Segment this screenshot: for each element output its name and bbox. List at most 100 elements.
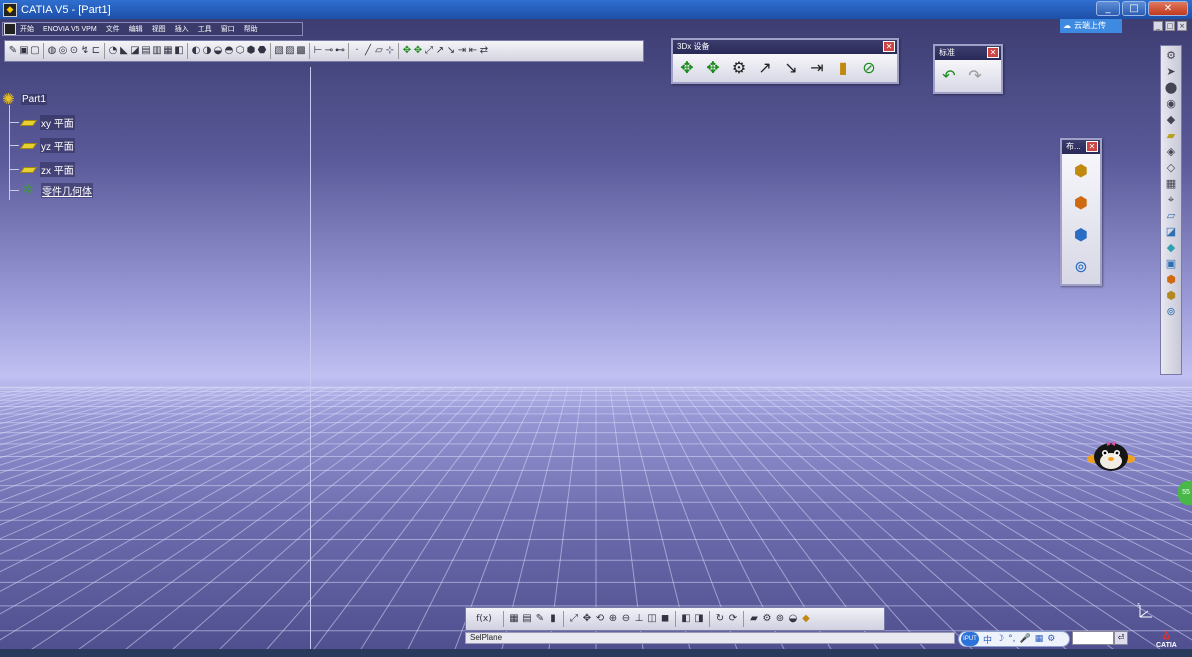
insert-body-icon[interactable]: ⬢	[1070, 160, 1092, 182]
rotate-icon[interactable]: ✥	[413, 45, 423, 57]
shading-icon[interactable]: ⬤	[1164, 82, 1178, 94]
analysis-icon[interactable]: ◆	[1164, 242, 1178, 254]
tree-node-xy-plane[interactable]: xy 平面	[10, 115, 75, 130]
ime-microphone-icon[interactable]: 🎤	[1019, 634, 1030, 644]
pan-view-icon[interactable]: ✥	[582, 613, 592, 625]
toolbar-standard-title[interactable]: 标准 ✕	[935, 46, 1001, 60]
catia-app-icon[interactable]: ◆	[3, 2, 17, 17]
fillet-icon[interactable]: ◔	[108, 45, 118, 57]
menu-window[interactable]: 窗口	[221, 24, 235, 34]
snap-icon[interactable]: ▰	[749, 613, 759, 625]
menu-edit[interactable]: 编辑	[129, 24, 143, 34]
maximize-button[interactable]: □	[1122, 1, 1146, 16]
table-icon[interactable]: ▦	[509, 613, 519, 625]
menu-help[interactable]: 帮助	[244, 24, 258, 34]
boolean-remove-icon[interactable]: ⊚	[1070, 256, 1092, 278]
hide-show-view-icon[interactable]: ◧	[681, 613, 691, 625]
boolean-icon[interactable]: ⬢	[1164, 274, 1178, 286]
rib-icon[interactable]: ↯	[80, 45, 90, 57]
scale-icon[interactable]: ▧	[274, 45, 284, 57]
rotate-arrows-icon[interactable]: ✥	[702, 57, 724, 79]
plane-icon[interactable]: ▱	[374, 45, 384, 57]
device-settings-icon[interactable]: ▮	[832, 57, 854, 79]
materials-icon[interactable]: ◆	[1164, 114, 1178, 126]
layers-icon[interactable]: ▰	[1164, 130, 1178, 142]
thickness-icon[interactable]: ▥	[152, 45, 162, 57]
line-icon[interactable]: ╱	[363, 45, 373, 57]
pan-icon[interactable]: ✥	[402, 45, 412, 57]
system-menu-icon[interactable]	[4, 23, 16, 35]
tree-root-part[interactable]: ✺ Part1	[2, 91, 47, 107]
menu-tools[interactable]: 工具	[198, 24, 212, 34]
draft-icon[interactable]: ◪	[130, 45, 140, 57]
apply-color-icon[interactable]: ◆	[801, 613, 811, 625]
device-rotation-icon[interactable]: ⚙	[728, 57, 750, 79]
device-pointer-icon[interactable]: ↗	[754, 57, 776, 79]
menu-file[interactable]: 文件	[106, 24, 120, 34]
translate-icon[interactable]: ⬡	[235, 45, 245, 57]
zoom-area-icon[interactable]: ⌖	[1164, 194, 1178, 206]
swap-space-icon[interactable]: ◇	[1164, 162, 1178, 174]
apply-material-icon[interactable]: ⊷	[335, 45, 345, 57]
pan-arrows-icon[interactable]: ✥	[676, 57, 698, 79]
groove-icon[interactable]: ◎	[58, 45, 68, 57]
remove-face-icon[interactable]: ◧	[174, 45, 184, 57]
menu-start[interactable]: 开始	[20, 24, 34, 34]
pocket-icon[interactable]: ▢	[30, 45, 40, 57]
toolbar-layout-close-icon[interactable]: ✕	[1086, 141, 1098, 152]
swap-visible-icon[interactable]: ◨	[694, 613, 704, 625]
shell-icon[interactable]: ▤	[141, 45, 151, 57]
assemble-icon[interactable]: ▨	[285, 45, 295, 57]
properties-icon[interactable]: ⚙	[762, 613, 772, 625]
toolbar-layout-title[interactable]: 布... ✕	[1062, 140, 1100, 154]
split-icon[interactable]: ◐	[191, 45, 201, 57]
fit-all-icon[interactable]: ⤢	[569, 613, 579, 625]
menu-enovia[interactable]: ENOVIA V5 VPM	[43, 26, 97, 33]
hole-icon[interactable]: ⊙	[69, 45, 79, 57]
views-icon[interactable]: ◫	[647, 613, 657, 625]
minimize-button[interactable]: _	[1096, 1, 1120, 16]
doc-restore-icon[interactable]: □	[1165, 21, 1175, 31]
wireframe-icon[interactable]: ◪	[1164, 226, 1178, 238]
rotate-view-icon[interactable]: ⟲	[595, 613, 605, 625]
isometric-icon[interactable]: ↘	[446, 45, 456, 57]
device-disable-icon[interactable]: ⊘	[858, 57, 880, 79]
normal-view-icon[interactable]: ↗	[435, 45, 445, 57]
zoom-out-icon[interactable]: ⊖	[621, 613, 631, 625]
sew-surface-icon[interactable]: ◓	[224, 45, 234, 57]
thick-surface-icon[interactable]: ◑	[202, 45, 212, 57]
ime-moon-icon[interactable]: ☽	[996, 634, 1004, 644]
tree-node-yz-plane[interactable]: yz 平面	[10, 138, 75, 153]
catalog-icon[interactable]: ▤	[522, 613, 532, 625]
body-icon[interactable]: ▣	[1164, 258, 1178, 270]
toolbar-3dx-title[interactable]: 3Dx 设备 ✕	[673, 40, 897, 54]
ime-logo[interactable]: IPUT	[961, 632, 979, 646]
close-button[interactable]: ✕	[1148, 1, 1188, 16]
slot-icon[interactable]: ⊏	[91, 45, 101, 57]
undo-icon[interactable]: ↶	[938, 65, 960, 87]
tree-node-part-body[interactable]: ✲ 零件几何体	[10, 183, 93, 198]
boolean-add-icon[interactable]: ⬢	[1070, 192, 1092, 214]
ime-settings-icon[interactable]: ⚙	[1047, 634, 1055, 644]
hide-show-icon[interactable]: ⇤	[468, 45, 478, 57]
tree-node-zx-plane[interactable]: zx 平面	[10, 162, 75, 177]
surface-icon[interactable]: ▱	[1164, 210, 1178, 222]
close-surface-icon[interactable]: ◒	[213, 45, 223, 57]
toolbar-3dx-close-icon[interactable]: ✕	[883, 41, 895, 52]
add-body-icon[interactable]: ▩	[296, 45, 306, 57]
hide-icon[interactable]: ◈	[1164, 146, 1178, 158]
draft-analysis-icon[interactable]: ◒	[788, 613, 798, 625]
side-panel-tab[interactable]: 55	[1178, 481, 1192, 505]
knowledge-icon[interactable]: ✎	[535, 613, 545, 625]
device-dominant-icon[interactable]: ⇥	[806, 57, 828, 79]
normal-icon[interactable]: ⊥	[634, 613, 644, 625]
render-style-icon[interactable]: ◼	[660, 613, 670, 625]
sketcher-icon[interactable]: ✎	[8, 45, 18, 57]
point-icon[interactable]: ·	[352, 45, 362, 57]
edges-icon[interactable]: ◉	[1164, 98, 1178, 110]
device-translate-icon[interactable]: ↘	[780, 57, 802, 79]
measure-icon[interactable]: ⊸	[324, 45, 334, 57]
cloud-upload-button[interactable]: ☁ 云端上传	[1060, 19, 1122, 33]
axis-system-icon[interactable]: ⊹	[385, 45, 395, 57]
constraint-icon[interactable]: ⊢	[313, 45, 323, 57]
